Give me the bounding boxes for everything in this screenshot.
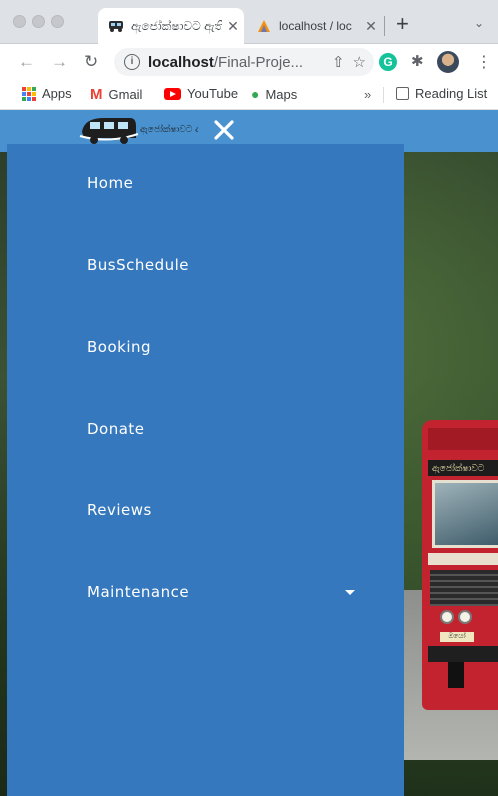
bus-stripe: [428, 553, 498, 565]
nav-item-home[interactable]: Home: [7, 164, 404, 204]
reading-list-label: Reading List: [415, 86, 488, 101]
bus-grill: [430, 570, 498, 606]
bookmarks-separator: [383, 87, 384, 103]
address-bar[interactable]: i localhost/Final-Proje... ⇧ ☆: [114, 48, 374, 76]
nav-item-label: Maintenance: [87, 583, 190, 601]
extensions-puzzle-icon[interactable]: ✱: [411, 52, 424, 70]
url-path: /Final-Proje...: [213, 53, 304, 71]
gmail-icon: M: [90, 86, 103, 103]
bookmark-youtube[interactable]: YouTube: [164, 86, 238, 101]
back-arrow-icon[interactable]: ←: [18, 52, 35, 72]
reload-icon[interactable]: ↻: [84, 52, 98, 72]
bookmark-gmail[interactable]: M Gmail: [90, 86, 142, 103]
bus-roof: [428, 428, 498, 450]
bookmarks-bar: Apps M Gmail YouTube ● Maps » Reading Li…: [0, 80, 498, 110]
browser-toolbar: ← → ↻ i localhost/Final-Proje... ⇧ ☆ G ✱…: [0, 44, 498, 80]
bus-number-plate: ඔයෝ: [440, 632, 474, 642]
window-zoom-dot[interactable]: [51, 15, 64, 28]
web-page: ඇජෝක්ෂාවට ඔයෝ ඇජෝක්ෂාවට ඇති Home BusSche…: [0, 110, 498, 796]
bus-bumper: [428, 646, 498, 662]
nav-item-label: Reviews: [87, 501, 152, 519]
close-icon: [214, 120, 234, 140]
nav-item-booking[interactable]: Booking: [7, 328, 404, 368]
tab-active[interactable]: ඇජෝක්ෂාවට ඇති ✕: [98, 8, 244, 44]
phpmyadmin-icon: [258, 20, 270, 32]
window-minimize-dot[interactable]: [32, 15, 45, 28]
bus-destination-sign: ඇජෝක්ෂාවට: [428, 460, 498, 476]
nav-item-busschedule[interactable]: BusSchedule: [7, 246, 404, 286]
tab-separator: [384, 16, 385, 36]
bookmark-label: Maps: [265, 86, 298, 102]
tab-close-icon[interactable]: ✕: [222, 18, 244, 35]
bus-wheel: [448, 662, 464, 688]
browser-tab-strip: ඇජෝක්ෂාවට ඇති ✕ localhost / loc ✕ + ⌄: [0, 0, 498, 44]
profile-avatar[interactable]: [437, 51, 459, 73]
menu-kebab-icon[interactable]: ⋮: [476, 52, 492, 72]
bookmark-label: Apps: [42, 86, 72, 101]
share-icon[interactable]: ⇧: [332, 53, 345, 71]
bus-windshield: [432, 480, 498, 548]
reading-list-icon: [396, 87, 409, 100]
nav-item-label: Home: [87, 174, 134, 192]
maps-pin-icon: ●: [251, 86, 260, 102]
bookmark-label: Gmail: [108, 87, 143, 102]
bookmarks-overflow-button[interactable]: »: [364, 87, 371, 102]
bookmark-apps[interactable]: Apps: [22, 86, 72, 101]
grammarly-icon[interactable]: G: [379, 53, 397, 71]
site-info-icon[interactable]: i: [124, 54, 140, 70]
bookmark-label: YouTube: [187, 86, 239, 101]
close-menu-button[interactable]: [208, 114, 240, 146]
nav-item-label: BusSchedule: [87, 256, 190, 274]
tab-search-button[interactable]: ⌄: [474, 16, 484, 30]
caret-down-icon[interactable]: [345, 590, 355, 595]
forward-arrow-icon[interactable]: →: [51, 52, 68, 72]
tab-close-icon[interactable]: ✕: [360, 18, 382, 35]
nav-item-maintenance[interactable]: Maintenance: [7, 573, 404, 613]
tab-title: ඇජෝක්ෂාවට ඇති: [131, 18, 222, 33]
nav-item-reviews[interactable]: Reviews: [7, 491, 404, 531]
bookmark-star-icon[interactable]: ☆: [353, 53, 366, 71]
apps-grid-icon: [22, 86, 36, 101]
nav-item-label: Booking: [87, 338, 152, 356]
window-close-dot[interactable]: [13, 15, 26, 28]
logo-text: ඇජෝක්ෂාවට ඇති: [140, 124, 198, 135]
bus-headlight: [440, 610, 454, 624]
tab-title: localhost / loc: [279, 19, 352, 33]
reading-list-button[interactable]: Reading List: [396, 86, 487, 101]
bus-logo-icon: [109, 21, 123, 32]
nav-item-label: Donate: [87, 420, 145, 438]
bookmark-maps[interactable]: ● Maps: [251, 86, 297, 102]
nav-item-donate[interactable]: Donate: [7, 410, 404, 450]
new-tab-button[interactable]: +: [396, 13, 409, 35]
youtube-icon: [164, 87, 181, 100]
bus-logo-icon: [79, 118, 139, 144]
navigation-drawer: Home BusSchedule Booking Donate Reviews …: [7, 144, 404, 796]
bus-headlight: [458, 610, 472, 624]
tab-localhost[interactable]: localhost / loc ✕: [246, 8, 382, 44]
address-url[interactable]: localhost/Final-Proje...: [148, 54, 332, 71]
url-host: localhost: [148, 53, 214, 71]
